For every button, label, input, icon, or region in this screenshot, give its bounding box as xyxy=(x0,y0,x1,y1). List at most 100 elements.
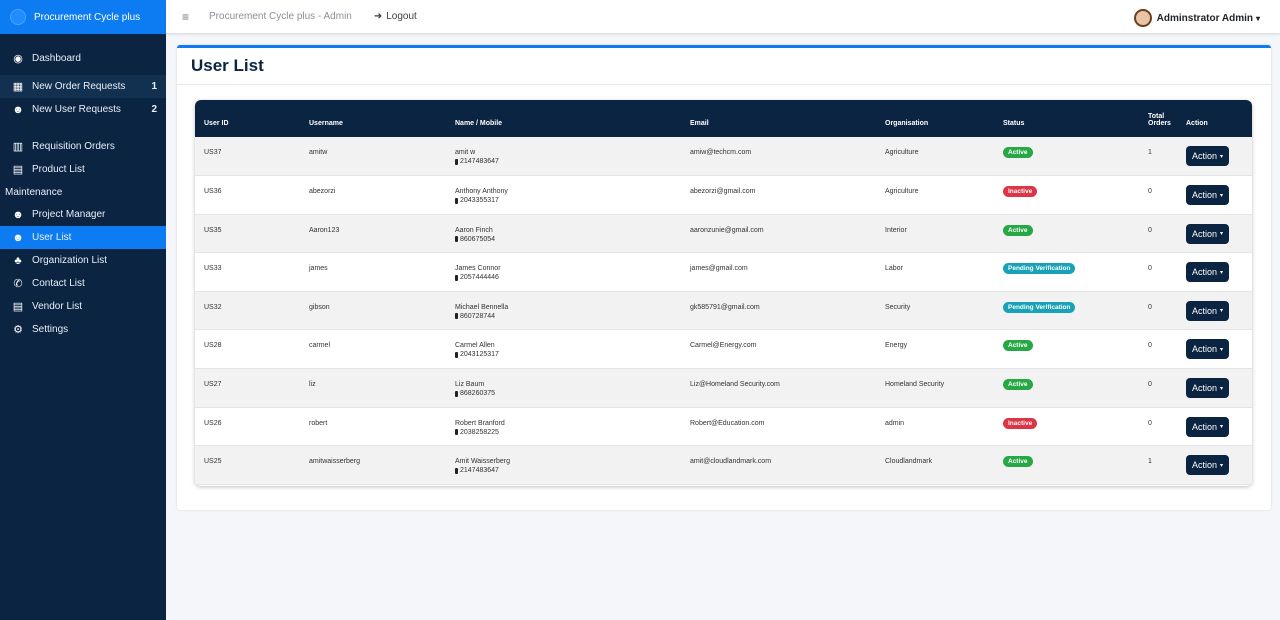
tachometer-icon: ◉ xyxy=(13,53,23,65)
full-name: Amit Waisserberg xyxy=(455,458,510,466)
cell-status: Pending Verification xyxy=(1003,291,1148,330)
action-dropdown-button[interactable]: Action ▾ xyxy=(1186,262,1230,283)
cell-organisation: Agriculture xyxy=(885,149,919,156)
cell-email: aaronzunie@gmail.com xyxy=(690,226,764,234)
cell-action: Action ▾ xyxy=(1186,214,1252,253)
mobile-value: 868260375 xyxy=(460,390,496,398)
caret-down-icon: ▾ xyxy=(1220,424,1224,431)
mobile-value: 2147483647 xyxy=(460,158,499,165)
action-dropdown-button[interactable]: Action ▾ xyxy=(1186,339,1230,360)
header-email[interactable]: Email xyxy=(690,100,885,137)
status-badge: Active xyxy=(1003,340,1033,352)
cell-username: james xyxy=(309,265,328,273)
header-orders-label: Orders xyxy=(1148,120,1171,127)
cell-username: Aaron123 xyxy=(309,226,340,234)
sidebar: Procurement Cycle plus ◉ Dashboard ▦ New… xyxy=(0,0,166,620)
mobile-number: 2038258225 xyxy=(455,429,690,436)
cell-username: abezorzi xyxy=(309,188,336,196)
caret-down-icon: ▾ xyxy=(1220,385,1224,392)
logout-link[interactable]: ➜ Logout xyxy=(374,11,417,22)
cell-status: Active xyxy=(1003,137,1148,176)
action-dropdown-button[interactable]: Action ▾ xyxy=(1186,223,1230,244)
sidebar-item-user-list[interactable]: ☻ User List xyxy=(0,226,166,249)
action-label: Action xyxy=(1192,344,1218,355)
user-menu[interactable]: Adminstrator Admin ▾ xyxy=(1133,9,1260,27)
mobile-value: 2043125317 xyxy=(460,351,499,359)
caret-down-icon: ▾ xyxy=(1220,308,1224,315)
header-total-orders[interactable]: Total Orders xyxy=(1148,100,1186,137)
cell-status: Active xyxy=(1003,369,1148,408)
cell-total-orders: 1 xyxy=(1148,149,1152,156)
cell-total-orders: 0 xyxy=(1148,226,1152,234)
sidebar-item-contact-list[interactable]: ✆ Contact List xyxy=(0,272,166,295)
dolly-icon: ▥ xyxy=(12,141,24,153)
cell-organisation: Interior xyxy=(885,226,907,234)
status-badge: Inactive xyxy=(1003,417,1038,429)
brand-logo-icon xyxy=(10,9,26,25)
action-dropdown-button[interactable]: Action ▾ xyxy=(1186,455,1230,476)
action-dropdown-button[interactable]: Action ▾ xyxy=(1186,300,1230,321)
sidebar-item-label: Organization List xyxy=(32,255,108,266)
sidebar-item-label: Contact List xyxy=(32,278,85,289)
sidebar-item-new-order-requests[interactable]: ▦ New Order Requests 1 xyxy=(0,75,166,98)
cell-name-mobile: Aaron Finch 860675054 xyxy=(455,214,690,253)
menu-toggle-icon[interactable]: ≡ xyxy=(182,10,189,24)
action-label: Action xyxy=(1192,228,1218,239)
sidebar-item-vendor-list[interactable]: ▤ Vendor List xyxy=(0,295,166,318)
mobile-value: 860728744 xyxy=(460,312,496,320)
mobile-phone-icon xyxy=(455,313,458,320)
sidebar-item-new-user-requests[interactable]: ☻ New User Requests 2 xyxy=(0,98,166,121)
phone-icon: ✆ xyxy=(13,278,23,290)
status-badge: Pending Verification xyxy=(1003,263,1076,275)
sidebar-item-requisition-orders[interactable]: ▥ Requisition Orders xyxy=(0,135,166,158)
sidebar-item-label: Vendor List xyxy=(32,301,83,312)
page-title: User List xyxy=(191,56,264,75)
action-label: Action xyxy=(1192,305,1218,316)
file-icon: ▤ xyxy=(12,301,24,313)
mobile-value: 2043355317 xyxy=(460,197,499,205)
cell-user-id: US26 xyxy=(204,419,222,427)
header-action: Action xyxy=(1186,120,1208,127)
caret-down-icon: ▾ xyxy=(1220,269,1224,276)
cell-status: Active xyxy=(1003,330,1148,369)
sidebar-item-product-list[interactable]: ▤ Product List xyxy=(0,158,166,181)
full-name: Aaron Finch xyxy=(455,226,493,234)
cell-action: Action ▾ xyxy=(1186,291,1252,330)
action-label: Action xyxy=(1192,460,1218,471)
action-dropdown-button[interactable]: Action ▾ xyxy=(1186,146,1230,166)
caret-down-icon: ▾ xyxy=(1220,153,1224,160)
brand[interactable]: Procurement Cycle plus xyxy=(0,0,166,34)
sidebar-item-dashboard[interactable]: ◉ Dashboard xyxy=(0,47,166,70)
cell-user-id: US36 xyxy=(204,188,222,196)
cell-status: Active xyxy=(1003,446,1148,485)
header-name-mobile[interactable]: Name / Mobile xyxy=(455,100,690,137)
sidebar-item-label: Settings xyxy=(32,324,69,335)
header-username[interactable]: Username xyxy=(309,100,455,137)
cell-username: robert xyxy=(309,419,328,427)
topbar: ≡ Procurement Cycle plus - Admin ➜ Logou… xyxy=(166,0,1280,34)
header-status[interactable]: Status xyxy=(1003,100,1148,137)
cell-user-id: US28 xyxy=(204,342,222,350)
cell-name-mobile: amit w 2147483647 xyxy=(455,137,690,176)
cell-organisation: admin xyxy=(885,419,905,427)
action-dropdown-button[interactable]: Action ▾ xyxy=(1186,185,1230,206)
mobile-number: 868260375 xyxy=(455,390,690,397)
cell-user-id: US25 xyxy=(204,458,222,466)
sidebar-item-label: User List xyxy=(32,232,72,243)
header-user-id[interactable]: User ID xyxy=(195,100,309,137)
cell-action: Action ▾ xyxy=(1186,176,1252,215)
header-organisation[interactable]: Organisation xyxy=(885,100,1003,137)
action-dropdown-button[interactable]: Action ▾ xyxy=(1186,378,1230,399)
action-dropdown-button[interactable]: Action ▾ xyxy=(1186,416,1230,437)
sidebar-item-settings[interactable]: ⚙ Settings xyxy=(0,318,166,341)
sitemap-icon: ♣ xyxy=(14,254,22,267)
sidebar-item-project-manager[interactable]: ☻ Project Manager xyxy=(0,203,166,226)
cell-status: Inactive xyxy=(1003,407,1148,446)
cell-user-id: US33 xyxy=(204,265,222,273)
cell-total-orders: 0 xyxy=(1148,342,1152,350)
sidebar-item-organization-list[interactable]: ♣ Organization List xyxy=(0,249,166,272)
cell-username: amitwaisserberg xyxy=(309,458,360,466)
app-home-link[interactable]: Procurement Cycle plus - Admin xyxy=(209,11,352,22)
cell-email: abezorzi@gmail.com xyxy=(690,188,756,196)
full-name: amit w xyxy=(455,149,476,156)
